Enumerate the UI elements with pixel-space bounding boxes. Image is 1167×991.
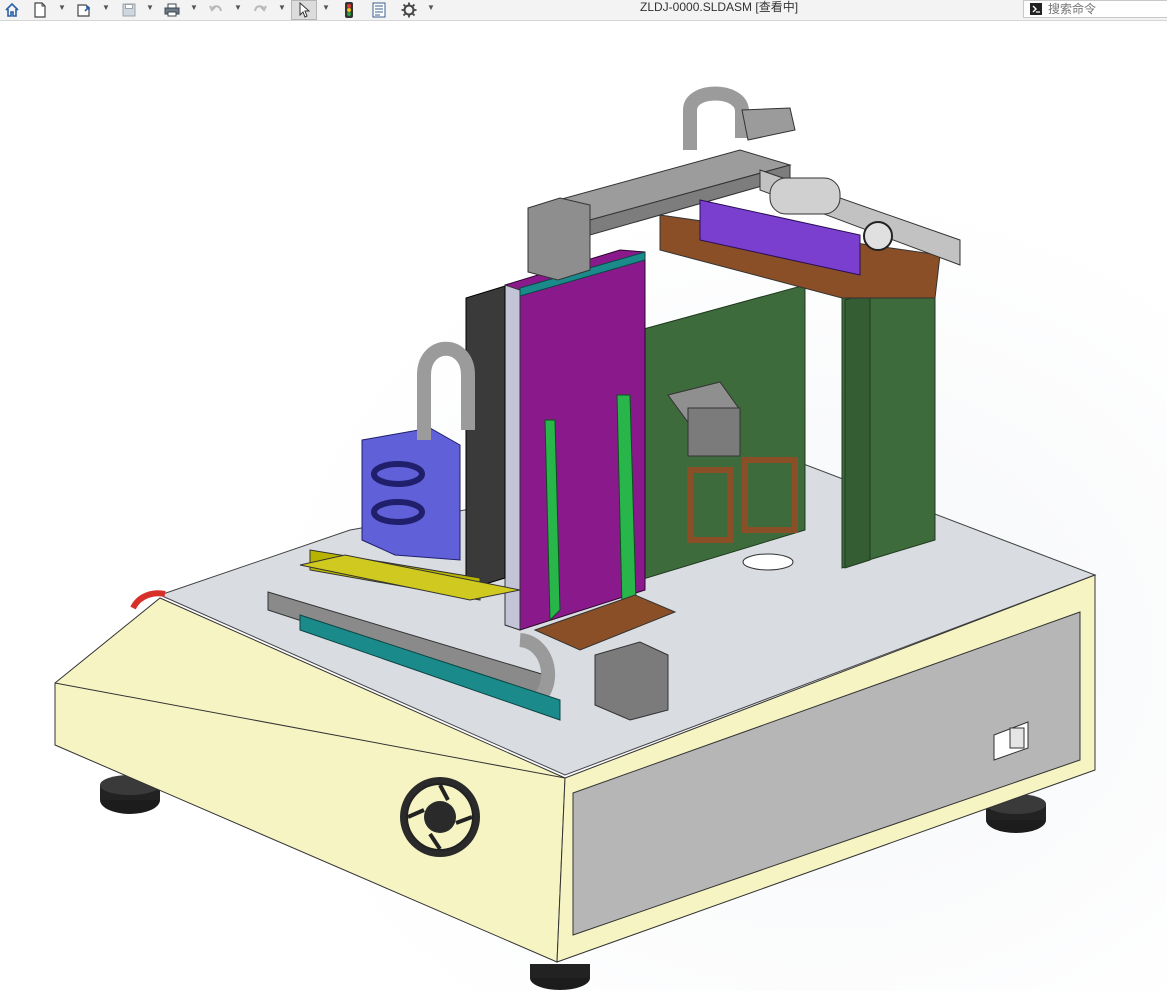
new-document-icon[interactable] bbox=[30, 0, 50, 20]
select-dropdown-icon[interactable]: ▼ bbox=[322, 3, 330, 12]
top-toolbar: ▼ ▼ ▼ ▼ ▼ ▼ ▼ ▼ ZLDJ-0000.SLDASM [查看中] bbox=[0, 0, 1167, 21]
undo-dropdown-icon[interactable]: ▼ bbox=[234, 3, 242, 12]
open-dropdown-icon[interactable]: ▼ bbox=[102, 3, 110, 12]
document-title: ZLDJ-0000.SLDASM [查看中] bbox=[640, 0, 799, 14]
options-gear-icon[interactable] bbox=[398, 0, 420, 20]
rear-green-plate bbox=[639, 284, 806, 581]
file-properties-icon[interactable] bbox=[369, 0, 389, 20]
print-icon[interactable] bbox=[161, 0, 183, 20]
redo-icon[interactable] bbox=[249, 0, 271, 20]
model-viewport[interactable] bbox=[0, 21, 1167, 991]
rebuild-traffic-light-icon[interactable] bbox=[341, 0, 357, 20]
select-cursor-icon[interactable] bbox=[291, 0, 317, 20]
undo-icon[interactable] bbox=[205, 0, 227, 20]
command-prompt-icon bbox=[1030, 3, 1042, 15]
save-dropdown-icon[interactable]: ▼ bbox=[146, 3, 154, 12]
redo-dropdown-icon[interactable]: ▼ bbox=[278, 3, 286, 12]
search-commands-box[interactable] bbox=[1023, 0, 1167, 18]
search-input[interactable] bbox=[1048, 2, 1158, 16]
print-dropdown-icon[interactable]: ▼ bbox=[190, 3, 198, 12]
new-dropdown-icon[interactable]: ▼ bbox=[58, 3, 66, 12]
home-icon[interactable] bbox=[2, 0, 22, 20]
options-dropdown-icon[interactable]: ▼ bbox=[427, 3, 435, 12]
right-support-frame bbox=[841, 267, 936, 569]
save-icon[interactable] bbox=[118, 0, 140, 20]
open-icon[interactable] bbox=[74, 0, 96, 20]
